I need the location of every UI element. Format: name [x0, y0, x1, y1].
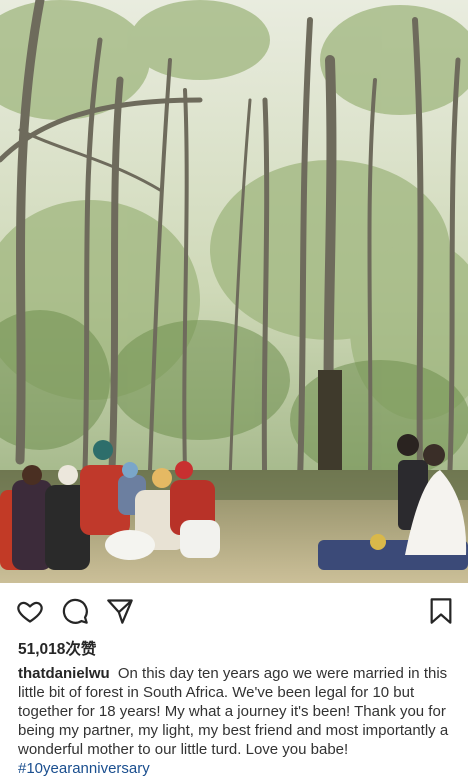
- post-photo[interactable]: [0, 0, 468, 583]
- likes-label: 次赞: [65, 641, 97, 658]
- likes-count[interactable]: 51,018次赞: [18, 637, 96, 659]
- likes-number: 51,018: [18, 641, 66, 658]
- comment-bubble-icon[interactable]: [61, 597, 89, 625]
- forest-wedding-photo: [0, 0, 468, 583]
- heart-icon[interactable]: [16, 597, 44, 625]
- caption-hashtag[interactable]: #10yearanniversary: [18, 760, 150, 777]
- bookmark-icon[interactable]: [427, 597, 455, 625]
- paper-plane-icon[interactable]: [106, 597, 134, 625]
- caption-username[interactable]: thatdanielwu: [18, 665, 110, 682]
- post-action-bar: [0, 583, 468, 635]
- post-caption: thatdanielwu On this day ten years ago w…: [18, 664, 456, 778]
